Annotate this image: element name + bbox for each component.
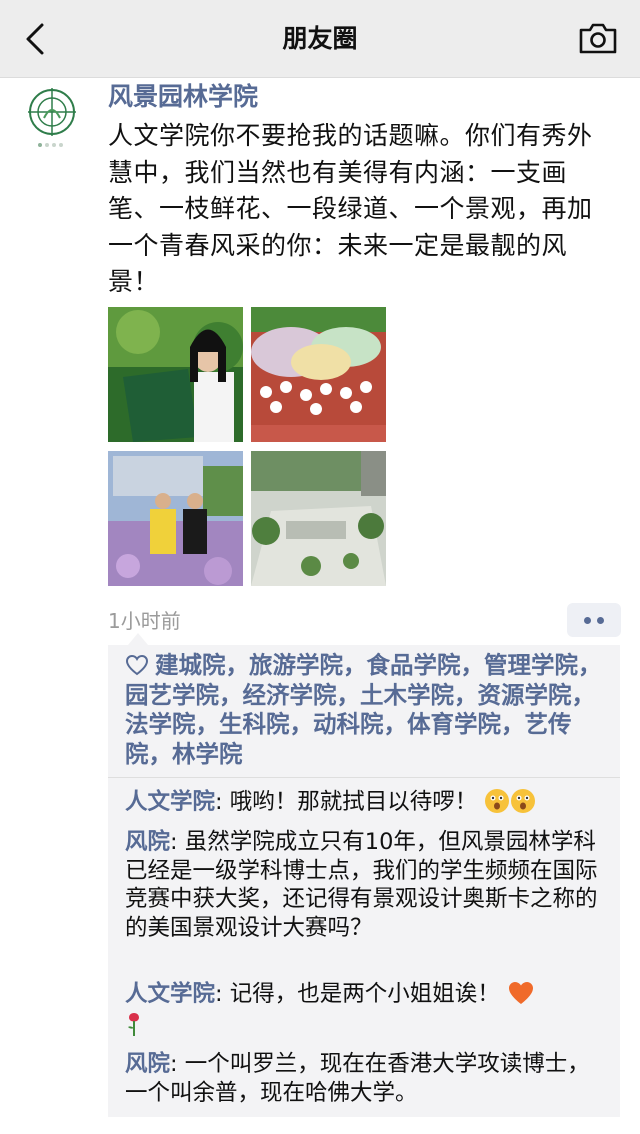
- rose-icon: [128, 1012, 139, 1036]
- post-author[interactable]: 风景园林学院: [108, 80, 258, 114]
- dot-icon: [584, 617, 591, 624]
- heart-outline-icon: [125, 654, 149, 676]
- chevron-left-icon[interactable]: [22, 22, 52, 56]
- comment-text: : 哦哟！那就拭目以待啰！: [215, 789, 478, 815]
- dot-icon: [597, 617, 604, 624]
- comment-author[interactable]: 人文学院: [125, 981, 215, 1007]
- photo-two-women-in-lavender[interactable]: [108, 451, 243, 586]
- likes-list: 建城院，旅游学院，食品学院，管理学院，园艺学院，经济学院，土木学院，资源学院，法…: [125, 651, 611, 769]
- avatar[interactable]: [22, 84, 82, 154]
- comment-author[interactable]: 风院: [125, 1051, 170, 1077]
- photo-girl-with-drawing-board[interactable]: [108, 307, 243, 442]
- navbar: 朋友圈: [0, 0, 640, 78]
- camera-icon[interactable]: [578, 20, 618, 56]
- comment-item[interactable]: 人文学院: 哦哟！那就拭目以待啰！: [125, 788, 605, 817]
- post-text: 人文学院你不要抢我的话题嘛。你们有秀外慧中，我们当然也有美得有内涵：一支画笔、一…: [108, 121, 593, 296]
- comment-item[interactable]: 风院: 一个叫罗兰，现在在香港大学攻读博士，一个叫余普，现在哈佛大学。: [125, 1050, 605, 1107]
- surprised-face-icon: [511, 789, 536, 813]
- comment-author[interactable]: 人文学院: [125, 789, 215, 815]
- surprised-face-icon: [485, 789, 510, 813]
- photo-colorful-parade[interactable]: [251, 307, 386, 442]
- more-options-button[interactable]: [567, 603, 621, 637]
- comment-text: : 虽然学院成立只有10年，但风景园林学科已经是一级学科博士点，我们的学生频频在…: [125, 829, 598, 941]
- heart-icon: [508, 982, 533, 1004]
- post-timestamp: 1小时前: [108, 609, 181, 633]
- comment-box-arrow: [128, 633, 148, 645]
- comment-item[interactable]: 风院: 虽然学院成立只有10年，但风景园林学科已经是一级学科博士点，我们的学生频…: [125, 828, 605, 942]
- comment-author[interactable]: 风院: [125, 829, 170, 855]
- page-title: 朋友圈: [282, 24, 358, 53]
- comment-text: : 一个叫罗兰，现在在香港大学攻读博士，一个叫余普，现在哈佛大学。: [125, 1051, 590, 1106]
- comment-text: : 记得，也是两个小姐姐诶！: [215, 981, 500, 1007]
- photo-landscape-plaza[interactable]: [251, 451, 386, 586]
- likes-divider: [108, 777, 620, 778]
- comment-item[interactable]: 人文学院: 记得，也是两个小姐姐诶！: [125, 980, 605, 1039]
- likes-names[interactable]: 建城院，旅游学院，食品学院，管理学院，园艺学院，经济学院，土木学院，资源学院，法…: [125, 651, 602, 768]
